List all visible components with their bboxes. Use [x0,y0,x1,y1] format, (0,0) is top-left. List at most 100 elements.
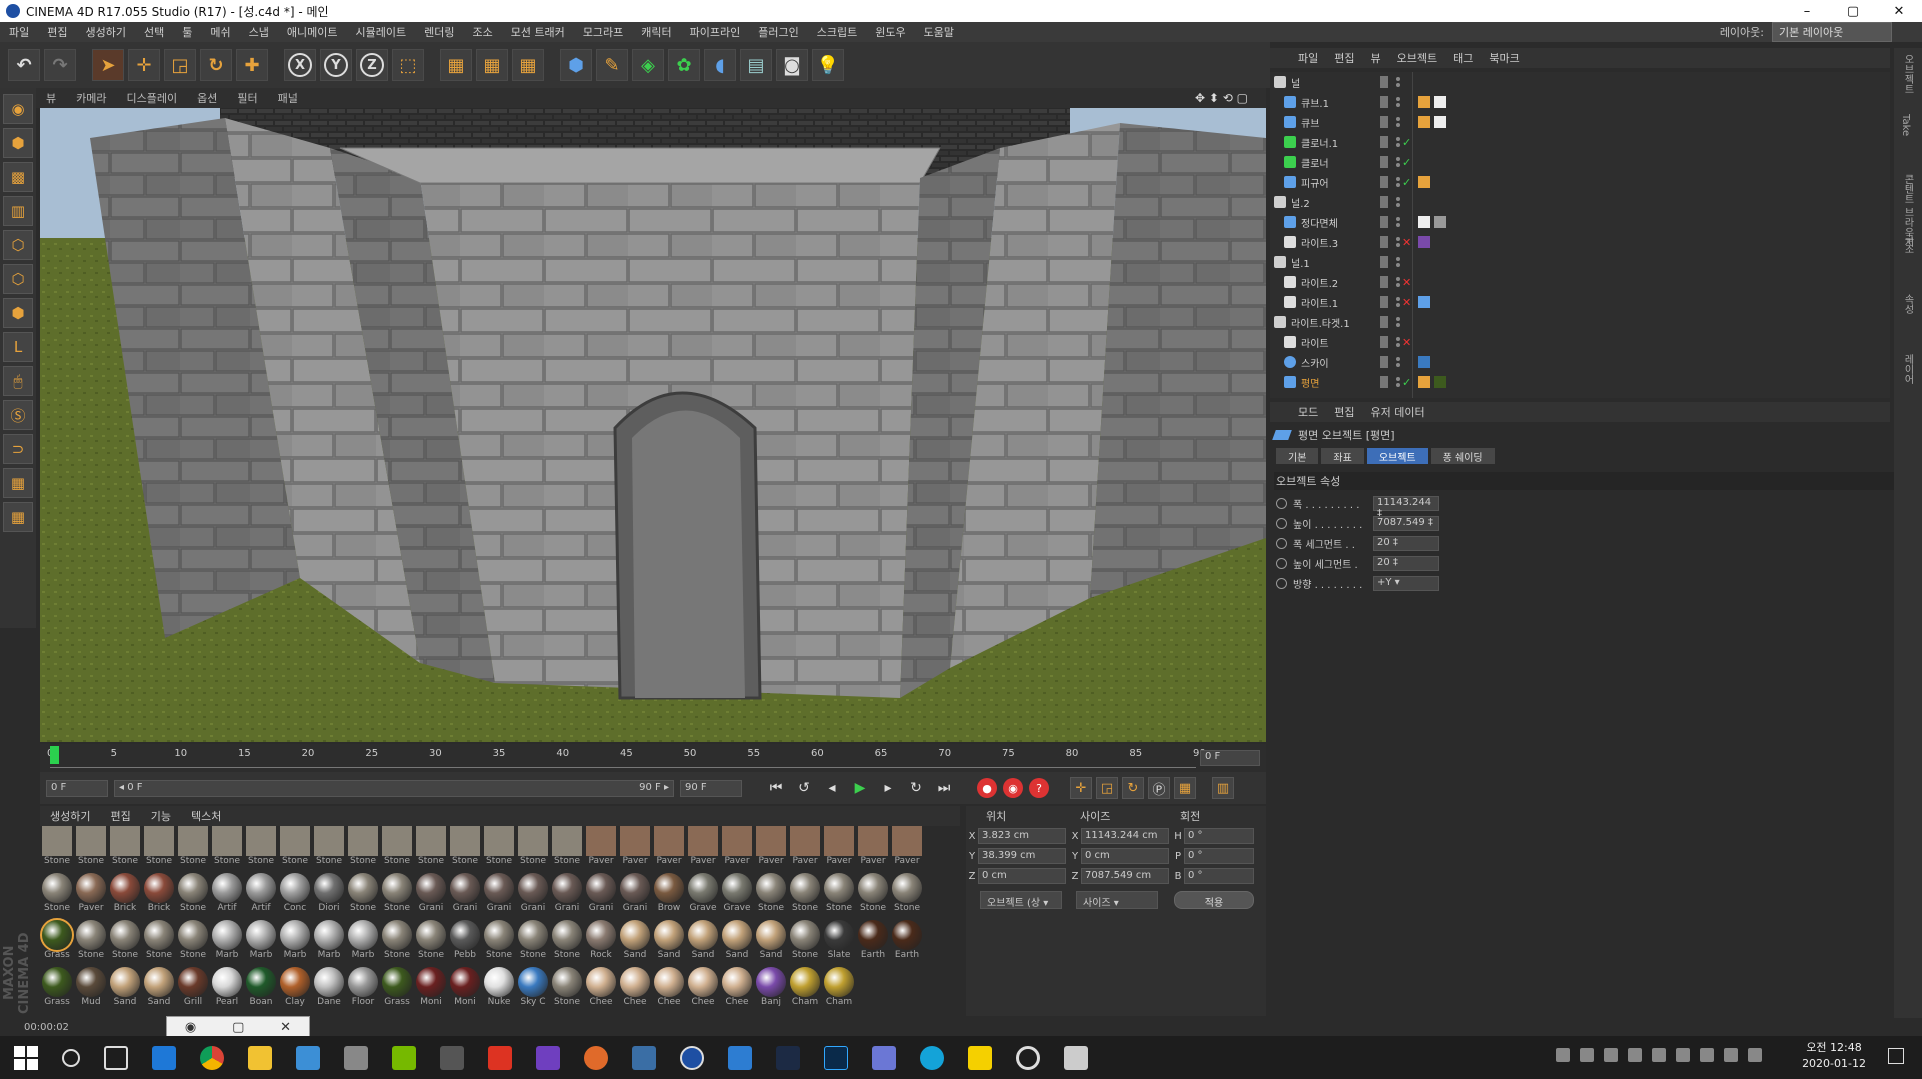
menu-item[interactable]: 렌더링 [415,24,463,40]
material-swatch[interactable]: Stone [550,967,584,1014]
material-swatch[interactable]: Marb [278,920,312,967]
material-swatch[interactable]: Cham [822,967,856,1014]
end-frame-field[interactable]: 90 F [680,779,742,797]
material-swatch[interactable]: Stone [40,826,74,873]
material-swatch[interactable]: Stone [482,920,516,967]
c-app-icon[interactable] [920,1045,944,1070]
material-swatch[interactable]: Sand [686,920,720,967]
timeline-window-button[interactable]: ▥ [1212,777,1234,799]
animate-radio-icon[interactable] [1276,577,1287,589]
material-swatch[interactable]: Chee [584,967,618,1014]
chrome-icon[interactable] [200,1045,224,1070]
object-menu-item[interactable]: 태그 [1445,50,1481,66]
layer-visibility-icon[interactable] [1380,276,1388,288]
material-swatch[interactable]: Sand [720,920,754,967]
axis-mode-button[interactable]: L [3,332,33,362]
object-name[interactable]: 라이트.1 [1301,295,1381,310]
material-swatch[interactable]: Stone [414,920,448,967]
menu-item[interactable]: 모션 트래커 [502,24,574,40]
editor-visibility-dot[interactable] [1396,197,1400,201]
render-visibility-dot[interactable] [1396,143,1400,147]
material-swatch[interactable]: Mud [74,967,108,1014]
material-swatch[interactable]: Floor [346,967,380,1014]
menu-item[interactable]: 모그라프 [574,24,632,40]
object-name[interactable]: 널.2 [1291,195,1371,210]
discord-icon[interactable] [872,1045,896,1070]
editor-visibility-dot[interactable] [1396,337,1400,341]
phong-tag-icon[interactable] [1418,176,1430,188]
3d-viewport[interactable] [40,108,1266,742]
material-swatch[interactable]: Rock [584,920,618,967]
material-menu-item[interactable]: 편집 [100,808,140,824]
material-swatch[interactable]: Stone [312,826,346,873]
render-visibility-dot[interactable] [1396,103,1400,107]
tray-icon[interactable] [1724,1048,1738,1062]
render-visibility-dot[interactable] [1396,383,1400,387]
material-swatch[interactable]: Stone [482,826,516,873]
add-cloner-button[interactable]: ✿ [668,49,700,81]
material-swatch[interactable]: Artif [210,873,244,920]
tweak-mode-button[interactable]: 🖱 [3,366,33,396]
material-swatch[interactable]: Stone [550,826,584,873]
model-mode-button[interactable]: ⬢ [3,128,33,158]
object-name[interactable]: 라이트.타겟.1 [1291,315,1371,330]
object-row[interactable]: 큐브.1 [1270,92,1870,112]
layer-visibility-icon[interactable] [1380,76,1388,88]
layer-visibility-icon[interactable] [1380,356,1388,368]
minimize-button[interactable]: – [1784,0,1830,22]
object-menu-item[interactable]: 북마크 [1481,50,1527,66]
attribute-tab[interactable]: 퐁 쉐이딩 [1430,448,1495,464]
render-visibility-dot[interactable] [1396,263,1400,267]
snap-button[interactable]: Ⓢ [3,400,33,430]
notification-icon[interactable] [1888,1048,1904,1064]
enabled-check-icon[interactable]: ✕ [1402,276,1411,289]
rotation-field[interactable]: 0 ° [1184,848,1254,864]
material-swatch[interactable]: Marb [244,920,278,967]
object-name[interactable]: 클로너 [1301,155,1381,170]
render-visibility-dot[interactable] [1396,83,1400,87]
side-tab[interactable]: 구조 [1900,234,1915,254]
editor-app-icon[interactable] [632,1045,656,1070]
material-swatch[interactable]: Stone [278,826,312,873]
add-camera-button[interactable]: ◙ [776,49,808,81]
menu-item[interactable]: 메쉬 [201,24,239,40]
position-field[interactable]: 0 cm [978,868,1066,884]
material-swatch[interactable]: Stone [380,920,414,967]
material-swatch[interactable]: Stone [516,920,550,967]
material-swatch[interactable]: Chee [652,967,686,1014]
animate-radio-icon[interactable] [1276,557,1287,569]
material-swatch[interactable]: Diori [312,873,346,920]
store-icon[interactable] [296,1045,320,1070]
record-scale-button[interactable]: ◲ [1096,777,1118,799]
coordinate-system-button[interactable]: ⬚ [392,49,424,81]
material-swatch[interactable]: Stone [856,873,890,920]
material-swatch[interactable]: Stone [176,920,210,967]
rotation-field[interactable]: 0 ° [1184,828,1254,844]
editor-visibility-dot[interactable] [1396,77,1400,81]
material-swatch[interactable]: Paver [686,826,720,873]
layer-visibility-icon[interactable] [1380,156,1388,168]
object-name[interactable]: 스카이 [1301,355,1381,370]
editor-visibility-dot[interactable] [1396,237,1400,241]
live-selection-button[interactable]: ➤ [92,49,124,81]
tray-icon[interactable] [1700,1048,1714,1062]
material-swatch[interactable]: Stone [108,920,142,967]
menu-item[interactable]: 조소 [463,24,501,40]
close-button[interactable]: ✕ [1876,0,1922,22]
object-row[interactable]: 큐브 [1270,112,1870,132]
menu-item[interactable]: 윈도우 [866,24,914,40]
tray-icon[interactable] [1676,1048,1690,1062]
material-swatch[interactable]: Stone [74,826,108,873]
autokey-button[interactable]: ◉ [1003,778,1023,798]
enabled-check-icon[interactable]: ✓ [1402,176,1411,189]
editor-visibility-dot[interactable] [1396,117,1400,121]
position-field[interactable]: 3.823 cm [978,828,1066,844]
material-swatch[interactable]: Sand [142,967,176,1014]
render-visibility-dot[interactable] [1396,243,1400,247]
points-mode-button[interactable]: ⬡ [3,230,33,260]
enabled-check-icon[interactable]: ✕ [1402,236,1411,249]
explorer-window-icon[interactable] [344,1045,368,1070]
attribute-value-field[interactable]: 20 ‡ [1373,555,1439,571]
add-light-button[interactable]: 💡 [812,49,844,81]
texture-mode-button[interactable]: ▩ [3,162,33,192]
